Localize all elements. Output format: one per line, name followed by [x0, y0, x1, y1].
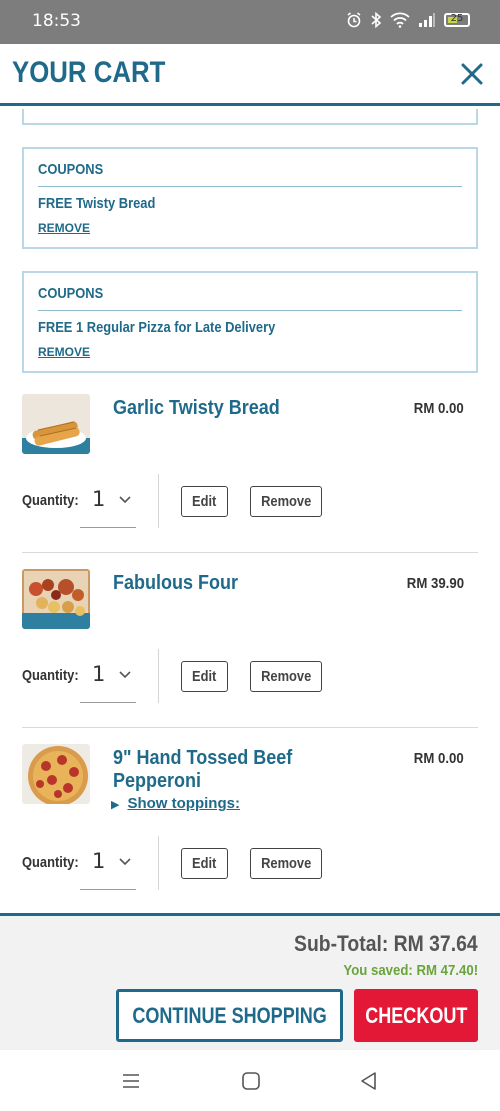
coupon-card: COUPONS FREE 1 Regular Pizza for Late De…	[22, 271, 478, 373]
battery-icon: 25	[444, 13, 470, 27]
cart-item: Garlic Twisty Bread RM 0.00 Quantity: 1 …	[22, 394, 478, 544]
wifi-icon	[390, 12, 410, 28]
remove-button[interactable]: Remove	[250, 848, 322, 879]
cart-header: YOUR CART	[0, 44, 500, 106]
triangle-right-icon: ▶	[111, 799, 120, 811]
divider	[158, 649, 159, 703]
quantity-select[interactable]: 1	[80, 474, 136, 528]
divider	[158, 474, 159, 528]
home-icon	[242, 1072, 260, 1090]
menu-button[interactable]	[120, 1070, 142, 1092]
coupon-divider	[38, 310, 462, 311]
bluetooth-icon	[371, 12, 382, 28]
coupon-description: FREE Twisty Bread	[38, 195, 156, 212]
continue-shopping-button[interactable]: CONTINUE SHOPPING	[116, 989, 343, 1042]
edit-button[interactable]: Edit	[181, 848, 228, 879]
remove-button-label: Remove	[260, 668, 312, 685]
edit-button[interactable]: Edit	[181, 661, 228, 692]
quantity-label: Quantity:	[22, 667, 79, 684]
item-name: 9" Hand Tossed Beef Pepperoni	[113, 747, 293, 792]
edit-button-label: Edit	[192, 668, 217, 685]
quantity-label: Quantity:	[22, 492, 79, 509]
item-name: Garlic Twisty Bread	[113, 397, 280, 419]
remove-button[interactable]: Remove	[250, 661, 322, 692]
item-price: RM 0.00	[414, 400, 464, 417]
coupon-title: COUPONS	[38, 161, 104, 178]
show-toppings-link[interactable]: ▶ Show toppings:	[111, 795, 240, 812]
status-bar: 18:53 25	[0, 0, 500, 44]
cart-item: 9" Hand Tossed Beef Pepperoni RM 0.00 ▶ S…	[22, 744, 478, 904]
coupon-card: COUPONS FREE Twisty Bread REMOVE	[22, 147, 478, 249]
continue-shopping-label: CONTINUE SHOPPING	[132, 1002, 327, 1028]
quantity-label: Quantity:	[22, 854, 79, 871]
quantity-value: 1	[92, 487, 106, 511]
quantity-value: 1	[92, 662, 106, 686]
coupon-remove-link[interactable]: REMOVE	[38, 345, 90, 359]
coupon-divider	[38, 186, 462, 187]
navigation-bar	[0, 1050, 500, 1111]
edit-button-label: Edit	[192, 855, 217, 872]
checkout-label: CHECKOUT	[364, 1002, 468, 1028]
remove-button[interactable]: Remove	[250, 486, 322, 517]
beef-pepperoni-pizza-image	[22, 744, 90, 804]
close-icon	[461, 63, 483, 85]
show-toppings-label: Show toppings:	[127, 795, 240, 812]
garlic-twisty-bread-image	[22, 394, 90, 454]
close-button[interactable]	[458, 60, 486, 88]
item-separator	[22, 727, 478, 728]
quantity-select[interactable]: 1	[80, 836, 136, 890]
coupon-description: FREE 1 Regular Pizza for Late Delivery	[38, 319, 276, 336]
checkout-button[interactable]: CHECKOUT	[354, 989, 478, 1042]
back-icon	[361, 1072, 376, 1090]
cart-item: Fabulous Four RM 39.90 Quantity: 1 Edit …	[22, 569, 478, 719]
item-price: RM 0.00	[414, 750, 464, 767]
quantity-row: Quantity: 1 Edit Remove	[22, 649, 478, 705]
page-title: YOUR CART	[12, 56, 166, 89]
coupon-remove-link[interactable]: REMOVE	[38, 221, 90, 235]
status-time: 18:53	[32, 11, 81, 31]
remove-button-label: Remove	[260, 493, 312, 510]
edit-button-label: Edit	[192, 493, 217, 510]
signal-icon	[419, 13, 435, 27]
divider	[158, 836, 159, 890]
status-icons: 25	[346, 12, 470, 28]
chevron-down-icon	[119, 671, 131, 679]
chevron-down-icon	[119, 858, 131, 866]
menu-icon	[123, 1074, 139, 1088]
quantity-row: Quantity: 1 Edit Remove	[22, 836, 478, 892]
savings-text: You saved: RM 47.40!	[343, 962, 478, 979]
chevron-down-icon	[119, 496, 131, 504]
fabulous-four-image	[22, 569, 90, 629]
back-button[interactable]	[358, 1070, 380, 1092]
coupon-title: COUPONS	[38, 285, 104, 302]
previous-box	[22, 109, 478, 125]
subtotal: Sub-Total: RM 37.64	[294, 931, 478, 956]
edit-button[interactable]: Edit	[181, 486, 228, 517]
quantity-row: Quantity: 1 Edit Remove	[22, 474, 478, 530]
item-separator	[22, 552, 478, 553]
cart-footer: Sub-Total: RM 37.64 You saved: RM 47.40!…	[0, 913, 500, 1050]
cart-content[interactable]: COUPONS FREE Twisty Bread REMOVE COUPONS…	[0, 109, 500, 913]
item-name: Fabulous Four	[113, 572, 239, 594]
item-price: RM 39.90	[406, 575, 464, 592]
alarm-icon	[347, 12, 361, 28]
home-button[interactable]	[240, 1070, 262, 1092]
remove-button-label: Remove	[260, 855, 312, 872]
quantity-select[interactable]: 1	[80, 649, 136, 703]
quantity-value: 1	[92, 849, 106, 873]
battery-level: 25	[450, 13, 464, 24]
